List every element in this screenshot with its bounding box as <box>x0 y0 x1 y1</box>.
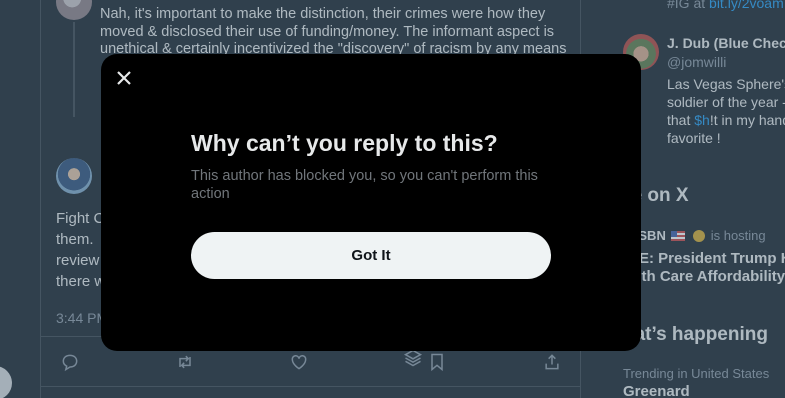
got-it-button[interactable]: Got It <box>191 232 551 279</box>
blocked-reply-dialog: Why can’t you reply to this? This author… <box>101 54 641 351</box>
close-icon <box>117 71 131 85</box>
close-button[interactable] <box>112 66 136 90</box>
dialog-title: Why can’t you reply to this? <box>191 130 498 156</box>
dialog-message: This author has blocked you, so you can'… <box>191 168 538 202</box>
